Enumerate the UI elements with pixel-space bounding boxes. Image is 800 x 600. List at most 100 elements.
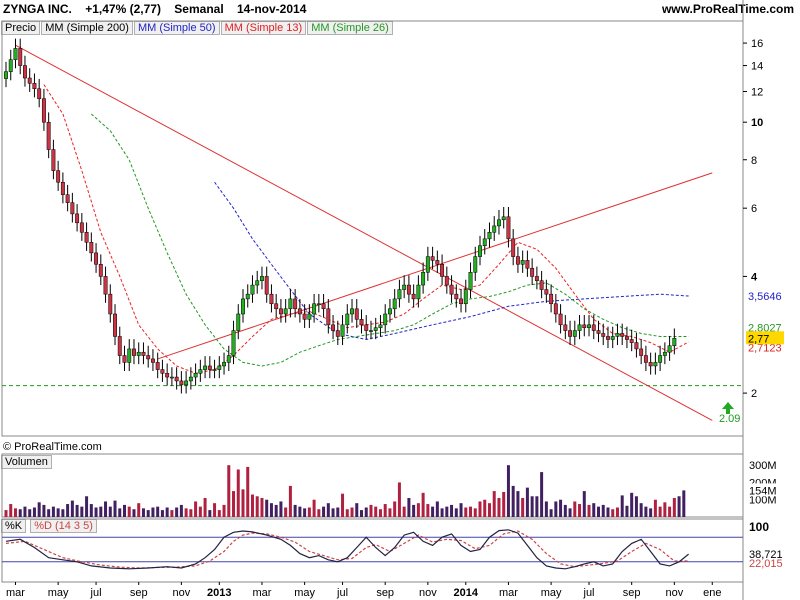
candle (606, 326, 610, 349)
candle-body (231, 330, 236, 356)
volume-bar (592, 503, 596, 517)
candle (406, 275, 411, 303)
volume-bar (232, 491, 236, 517)
volume-bar (279, 501, 283, 517)
volume-bar (269, 503, 273, 517)
candle (41, 88, 46, 131)
candle-body (511, 238, 516, 257)
candle (553, 293, 558, 323)
candle-body (520, 260, 525, 265)
volume-bar (322, 506, 326, 517)
candle-body (591, 324, 596, 331)
candle-body (307, 313, 312, 320)
volume-bar (241, 489, 245, 517)
candle-body (103, 276, 108, 295)
volume-bar (307, 507, 311, 517)
candle (113, 304, 117, 346)
candle (397, 279, 402, 308)
volume-bar (668, 506, 672, 517)
candle-body (568, 330, 573, 337)
candle (146, 345, 151, 368)
candle-body (179, 380, 184, 386)
candle (359, 309, 364, 334)
x-tick-label: 2013 (207, 587, 231, 599)
candle-body (283, 308, 288, 315)
volume-bar (587, 504, 591, 517)
candle-body (563, 324, 568, 331)
candle (350, 298, 354, 323)
volume-bar (18, 509, 22, 517)
volume-bar (37, 502, 41, 517)
volume-bar (203, 498, 207, 517)
candle-body (387, 308, 392, 315)
volume-bar (521, 498, 525, 517)
volume-bar (464, 507, 468, 517)
candle-body (497, 219, 501, 227)
candle (525, 250, 530, 277)
candle (60, 172, 65, 204)
candle-body (23, 65, 27, 79)
volume-bar (118, 508, 122, 517)
candle (94, 243, 99, 273)
volume-tick-label: 300M (749, 460, 777, 472)
volume-bar (194, 501, 198, 517)
candle-body (51, 149, 56, 171)
volume-bar (61, 509, 65, 517)
candle (511, 229, 516, 266)
volume-bar (85, 496, 89, 517)
volume-bar (682, 490, 686, 517)
volume-bar (497, 498, 501, 517)
volume-bar (341, 493, 345, 517)
volume-bar (137, 503, 141, 517)
support-value-label: 2.09 (719, 413, 740, 425)
candle-body (18, 48, 23, 66)
candle-body (169, 376, 174, 379)
candle-body (288, 298, 293, 310)
candle-body (624, 336, 629, 340)
candle-body (425, 256, 430, 273)
candle-body (207, 365, 212, 370)
volume-bar (407, 498, 411, 517)
volume-bar (459, 503, 463, 517)
candle (662, 342, 667, 365)
candle-body (269, 293, 274, 305)
candle-body (653, 362, 658, 367)
volume-bar (653, 499, 657, 517)
candle-body (544, 289, 549, 295)
candle (278, 298, 283, 323)
candle-body (150, 358, 155, 363)
volume-bar (568, 508, 572, 517)
candle (288, 289, 293, 318)
volume-last-label: 154M (749, 485, 777, 497)
volume-bar (469, 506, 473, 517)
volume-bar (175, 507, 179, 517)
candle (463, 279, 468, 313)
volume-bar (416, 503, 420, 517)
candle-body (534, 276, 539, 281)
candle (587, 315, 591, 337)
candle-body (459, 298, 463, 305)
candle-body (421, 272, 426, 286)
candle-body (549, 293, 554, 305)
candle-body (667, 345, 672, 353)
volume-bar (506, 465, 510, 517)
volume-bar (298, 506, 302, 517)
volume-bar (246, 466, 250, 517)
candle-body (98, 264, 103, 277)
candle-body (369, 330, 373, 332)
candle-body (89, 242, 94, 254)
candle (444, 266, 449, 294)
price-tick-label: 2 (751, 388, 757, 400)
candle-body (416, 284, 421, 300)
candle (478, 235, 482, 266)
volume-bar (4, 510, 8, 517)
stock-chart[interactable]: 2468101214163,56462,80272,71232,772.0930… (0, 0, 800, 600)
candle-body (278, 308, 283, 315)
candle-body (32, 83, 37, 89)
candle (89, 232, 94, 262)
volume-bar (412, 504, 416, 517)
volume-bar (260, 498, 264, 517)
candle-body (468, 272, 473, 290)
candle-body (478, 245, 482, 257)
candle-body (184, 380, 189, 386)
